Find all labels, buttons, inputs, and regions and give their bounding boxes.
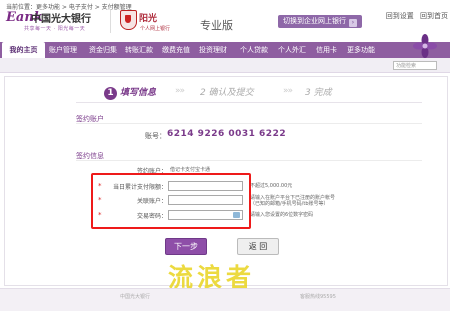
nav-item-forex[interactable]: 个人外汇 <box>278 42 306 58</box>
nav-item-more[interactable]: 更多功能 <box>347 42 375 58</box>
footer: 中国光大银行 客服热线95595 <box>0 288 450 311</box>
nav-item-transfer[interactable]: 转账汇款 <box>125 42 153 58</box>
edition-label: 专业版 <box>200 19 233 32</box>
top-links: 回到设置 回到首页 <box>382 11 448 21</box>
daily-limit-hint: 不超过5,000.00元 <box>250 183 293 189</box>
step-3: 3 完成 <box>305 86 332 100</box>
step-indicator: 1 填写信息 »» 2 确认及提交 »» 3 完成 <box>100 86 350 100</box>
section-divider <box>76 160 422 161</box>
nav-item-fund-pooling[interactable]: 资金归集 <box>89 42 117 58</box>
top-link-settings[interactable]: 回到设置 <box>386 12 414 20</box>
step-arrow-icon: »» <box>283 86 293 96</box>
step-divider <box>76 102 422 103</box>
brand-name: 阳光 <box>139 14 158 24</box>
section-divider <box>76 123 422 124</box>
brand-subtitle: 个人网上银行 <box>140 26 171 32</box>
step-1-number: 1 <box>104 87 117 100</box>
arrow-right-icon: › <box>349 19 357 27</box>
nav-item-home[interactable]: 我的主页 <box>2 42 45 58</box>
footer-right-text: 客服热线95595 <box>300 294 336 300</box>
signed-account-value: 借记卡支付宝卡通 <box>170 167 211 173</box>
header-divider <box>110 9 111 33</box>
linked-account-hint-2: （已知的邮箱/手机号码/tb账号等） <box>250 201 329 207</box>
top-link-home[interactable]: 回到首页 <box>420 12 448 20</box>
step-1: 1 填写信息 <box>104 86 156 100</box>
nav-item-loans[interactable]: 个人贷款 <box>240 42 268 58</box>
step-3-label: 完成 <box>313 88 332 98</box>
breadcrumb: 当前位置：更多功能 > 电子支付 > 支付额管理 <box>6 4 132 11</box>
step-3-number: 3 <box>305 88 311 98</box>
breadcrumb-bar <box>0 58 450 73</box>
flower-logo-icon <box>413 34 437 58</box>
back-button[interactable]: 返 回 <box>237 238 279 255</box>
nav-item-payments[interactable]: 缴费充值 <box>162 42 190 58</box>
nav-item-investment[interactable]: 投资理财 <box>199 42 227 58</box>
password-hint: 请输入您设置的6位数字密码 <box>250 212 314 218</box>
bank-slogan: 共享每一天 · 阳光每一天 <box>24 26 86 32</box>
nav-item-accounts[interactable]: 账户管理 <box>49 42 77 58</box>
search-input[interactable]: 功能检索 <box>393 61 437 70</box>
switch-corporate-link[interactable]: 切换到企业网上银行 › <box>278 15 362 28</box>
bank-name: 中国光大银行 <box>31 14 91 25</box>
account-number-value: 6214 9226 0031 6222 <box>167 129 287 139</box>
footer-left-text: 中国光大银行 <box>120 294 151 300</box>
nav-item-credit-card[interactable]: 信用卡 <box>316 42 337 58</box>
step-2: 2 确认及提交 <box>200 86 254 100</box>
shield-logo-icon <box>120 10 137 30</box>
step-2-number: 2 <box>200 88 206 98</box>
step-arrow-icon: »» <box>175 86 185 96</box>
next-button[interactable]: 下一步 <box>165 238 207 255</box>
main-nav: 我的主页 账户管理 资金归集 转账汇款 缴费充值 投资理财 个人贷款 个人外汇 … <box>0 42 450 58</box>
step-2-label: 确认及提交 <box>208 88 254 98</box>
account-number-label: 账号： <box>145 132 166 140</box>
red-highlight-box <box>91 173 251 229</box>
step-1-label: 填写信息 <box>120 88 157 98</box>
switch-corporate-label: 切换到企业网上银行 <box>283 17 346 25</box>
